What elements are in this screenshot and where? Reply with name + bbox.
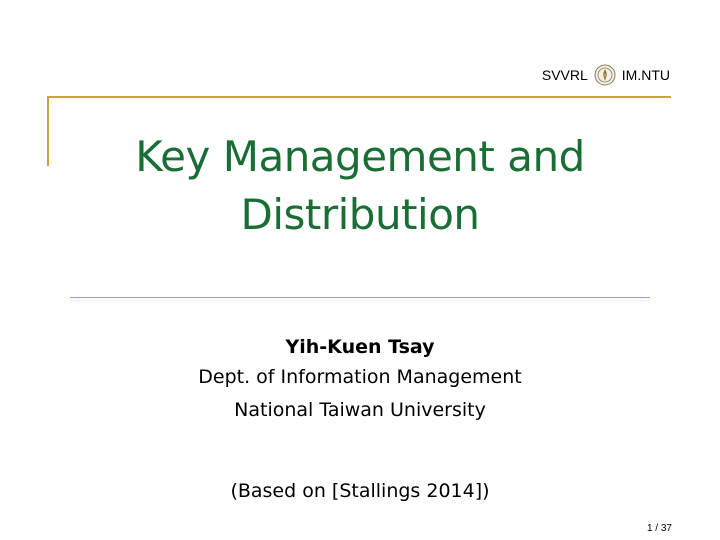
university-seal-icon [594, 64, 616, 86]
title-divider [70, 297, 650, 298]
university-name: National Taiwan University [234, 399, 486, 421]
author-name: Yih-Kuen Tsay [285, 336, 435, 358]
slide-title: Key Management and Distribution [70, 128, 650, 244]
frame-top-rule [48, 96, 671, 98]
lab-name: SVVRL [541, 67, 588, 83]
title-line-1: Key Management and [135, 132, 585, 181]
department-abbrev: IM.NTU [621, 67, 670, 83]
frame-left-rule [47, 96, 49, 166]
department-name: Dept. of Information Management [198, 366, 522, 388]
page-number: 1 / 37 [646, 523, 672, 534]
author-block: Yih-Kuen Tsay Dept. of Information Manag… [0, 333, 720, 427]
slide-header: SVVRL IM.NTU [542, 64, 670, 86]
title-line-2: Distribution [240, 190, 480, 239]
source-note: (Based on [Stallings 2014]) [230, 480, 490, 502]
